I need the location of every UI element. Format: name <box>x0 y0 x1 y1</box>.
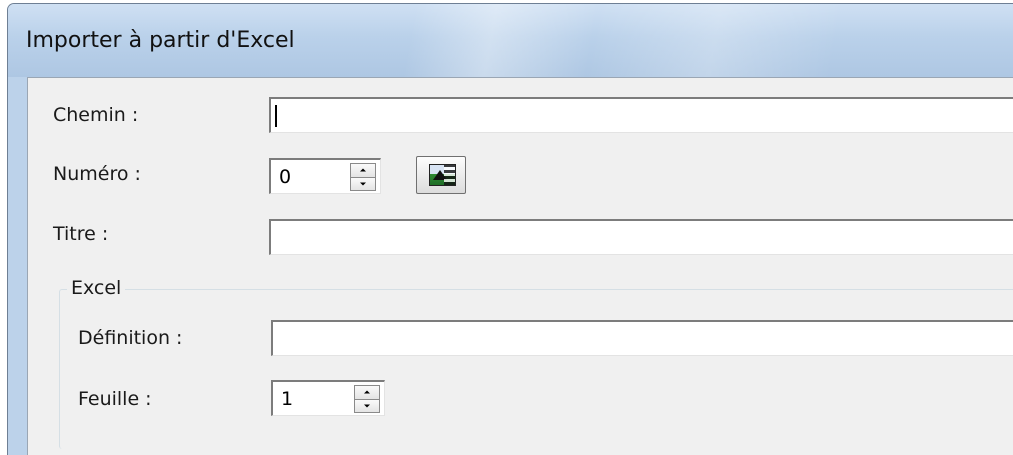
number-spinbox[interactable]: 0 <box>269 158 381 194</box>
path-input[interactable] <box>269 97 1013 133</box>
sheet-value: 1 <box>281 388 294 410</box>
number-spin-down-button[interactable] <box>350 177 376 191</box>
sheet-spin-up-button[interactable] <box>354 385 380 400</box>
arrow-up-icon <box>364 390 370 394</box>
path-label: Chemin : <box>53 104 139 126</box>
sheet-spin-buttons <box>354 385 380 413</box>
sheet-label: Feuille : <box>78 388 152 410</box>
arrow-down-icon <box>360 182 366 186</box>
number-spin-buttons <box>350 163 376 191</box>
sheet-spinbox[interactable]: 1 <box>271 380 385 416</box>
excel-groupbox <box>59 289 1013 449</box>
title-bar[interactable]: Importer à partir d'Excel <box>8 4 1013 77</box>
number-value: 0 <box>279 166 292 188</box>
import-dialog-window: Importer à partir d'Excel Chemin : Numér… <box>7 3 1013 455</box>
arrow-down-icon <box>364 404 370 408</box>
preview-image-button[interactable] <box>416 156 466 194</box>
title-label: Titre : <box>53 223 109 245</box>
definition-label: Définition : <box>78 327 183 349</box>
dialog-client-area: Chemin : Numéro : 0 Titre: Excel Défini… <box>27 77 1013 455</box>
definition-input[interactable] <box>271 320 1013 356</box>
text-caret <box>275 105 277 127</box>
arrow-up-icon <box>360 168 366 172</box>
title-input[interactable] <box>269 219 1013 255</box>
picture-icon <box>429 164 456 186</box>
excel-group-legend: Excel <box>67 277 126 299</box>
number-label: Numéro : <box>53 163 141 185</box>
window-title: Importer à partir d'Excel <box>26 28 295 53</box>
sheet-spin-down-button[interactable] <box>354 399 380 413</box>
number-spin-up-button[interactable] <box>350 163 376 178</box>
